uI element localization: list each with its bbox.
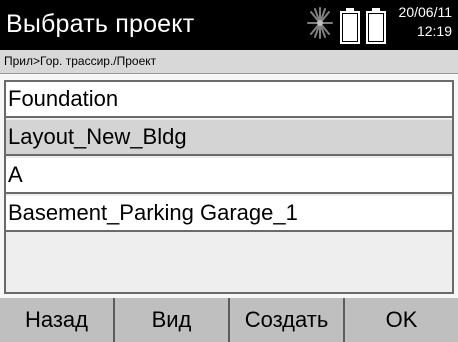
softkey-bar: Назад Вид Создать OK [0, 298, 458, 342]
time-text: 12:19 [416, 23, 452, 39]
battery-icon [340, 8, 360, 44]
ok-button[interactable]: OK [345, 298, 458, 342]
back-button[interactable]: Назад [0, 298, 115, 342]
battery-icon [366, 8, 386, 44]
list-item-selected[interactable]: Layout_New_Bldg [6, 120, 452, 156]
select-project-screen: Выбрать проект 20/06/11 12:19 Прил>Гор. … [0, 0, 458, 342]
empty-list-area [6, 234, 452, 292]
create-button[interactable]: Создать [230, 298, 345, 342]
date-text: 20/06/11 [398, 4, 452, 20]
view-button[interactable]: Вид [115, 298, 230, 342]
list-item[interactable]: Foundation [6, 82, 452, 118]
title-bar: Выбрать проект 20/06/11 12:19 [0, 0, 458, 50]
breadcrumb: Прил>Гор. трассир./Проект [0, 50, 458, 74]
project-list[interactable]: Foundation Layout_New_Bldg A Basement_Pa… [4, 80, 454, 294]
list-item[interactable]: A [6, 158, 452, 194]
list-item[interactable]: Basement_Parking Garage_1 [6, 196, 452, 232]
date-time: 20/06/11 12:19 [399, 3, 452, 41]
page-title: Выбрать проект [6, 10, 195, 38]
laser-beam-icon [307, 7, 333, 39]
